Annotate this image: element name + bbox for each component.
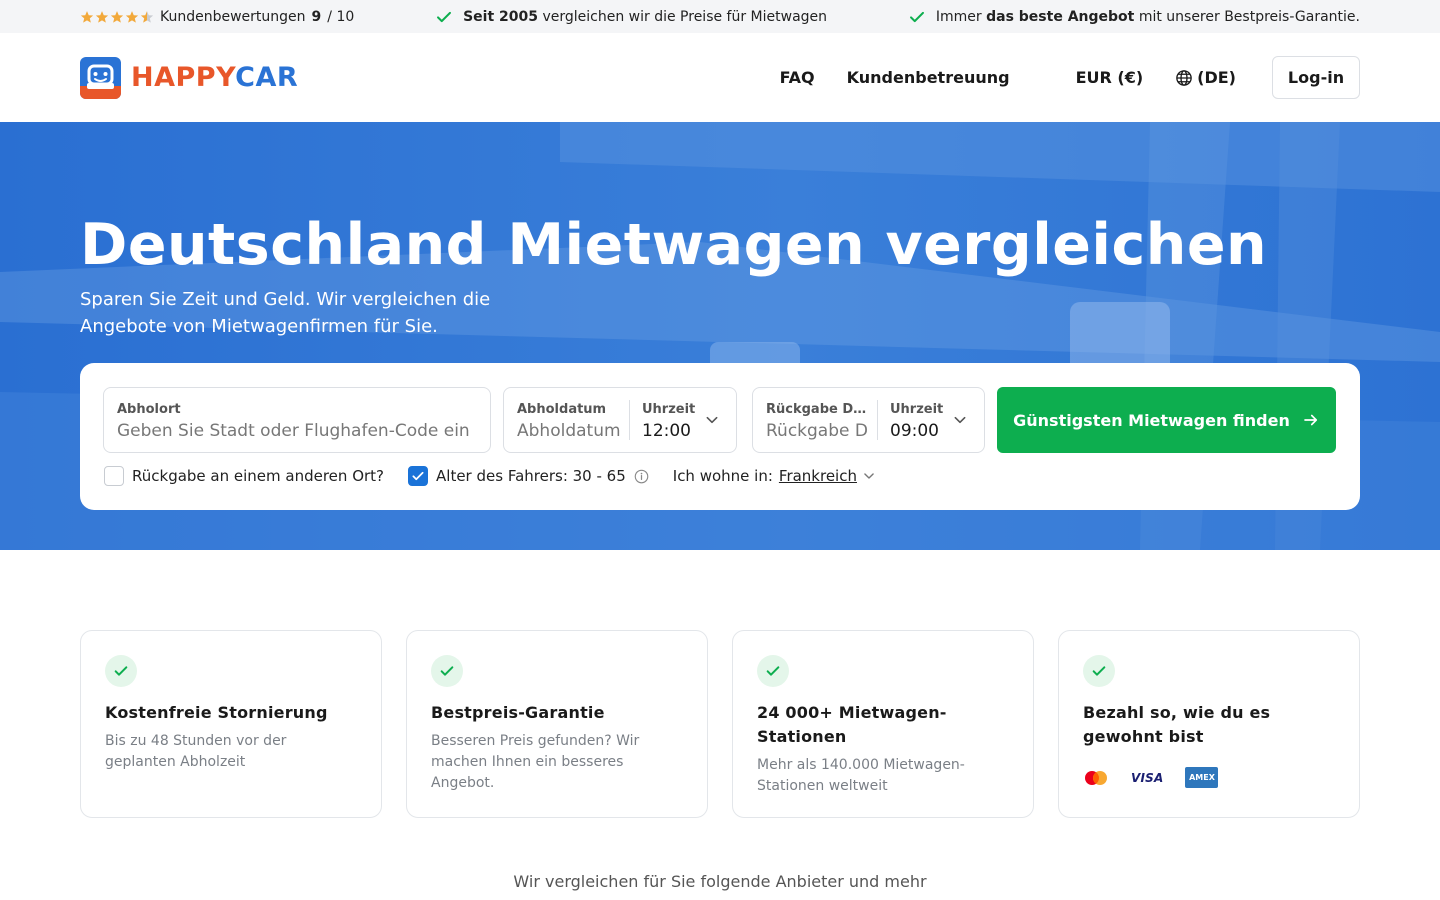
other-return-option[interactable]: Rückgabe an einem anderen Ort? — [104, 466, 384, 486]
reviews-summary[interactable]: Kundenbewertungen 9 / 10 — [80, 9, 354, 25]
reviews-score: 9 — [311, 8, 322, 25]
providers-caption: Wir vergleichen für Sie folgende Anbiete… — [513, 872, 927, 891]
since-text: vergleichen wir die Preise für Mietwagen — [542, 8, 828, 25]
page-title: Deutschland Mietwagen vergleichen — [80, 212, 1268, 278]
pickup-location-input[interactable]: Geben Sie Stadt oder Flughafen-Code ein — [117, 421, 470, 441]
best-bold: das beste Angebot — [986, 8, 1135, 25]
features-list: Kostenfreie Stornierung Bis zu 48 Stunde… — [80, 630, 1360, 818]
return-date-input[interactable]: Rückgabe Da — [766, 421, 868, 441]
pickup-time-select[interactable]: 12:00 — [642, 421, 691, 441]
language-selector[interactable]: (DE) — [1175, 68, 1236, 87]
chevron-down-icon — [864, 473, 874, 479]
car-face-icon — [87, 64, 114, 89]
language-label: (DE) — [1197, 68, 1236, 87]
search-options: Rückgabe an einem anderen Ort? Alter des… — [104, 466, 876, 486]
mastercard-icon — [1085, 770, 1107, 785]
hero-subtitle: Sparen Sie Zeit und Geld. Wir vergleiche… — [80, 289, 491, 337]
pickup-date-field[interactable]: Abholdatum Abholdatum Uhrzeit 12:00 — [503, 387, 737, 453]
feature-card: 24 000+ Mietwagen-Stationen Mehr als 140… — [732, 630, 1034, 818]
trust-bar: Kundenbewertungen 9 / 10 Seit 2005 vergl… — [0, 0, 1440, 33]
star-half-icon — [140, 10, 154, 23]
login-button[interactable]: Log-in — [1272, 56, 1360, 99]
residence-label: Ich wohne in: — [672, 467, 773, 485]
feature-card: Bestpreis-Garantie Besseren Preis gefund… — [406, 630, 708, 818]
best-price-claim: Immer das beste Angebot mit unserer Best… — [908, 8, 1360, 26]
site-header: HAPPYCAR FAQ Kundenbetreuung EUR (€) (DE… — [0, 33, 1440, 122]
rating-stars — [80, 10, 154, 24]
feature-title: 24 000+ Mietwagen-Stationen — [757, 703, 947, 746]
nav-faq[interactable]: FAQ — [780, 68, 815, 87]
star-icon — [125, 10, 139, 23]
star-icon — [80, 10, 94, 23]
feature-title: Bestpreis-Garantie — [431, 703, 605, 722]
residence-selector[interactable]: Ich wohne in: Frankreich — [673, 467, 876, 485]
since-bold: Seit 2005 — [463, 8, 539, 25]
since-claim: Seit 2005 vergleichen wir die Preise für… — [435, 8, 827, 26]
check-icon — [437, 11, 452, 22]
currency-selector[interactable]: EUR (€) — [1076, 68, 1144, 87]
driver-age-label: Alter des Fahrers: 30 - 65 — [436, 467, 626, 485]
feature-text: Mehr als 140.000 Mietwagen-Stationen wel… — [757, 757, 965, 794]
reviews-scale: / 10 — [327, 8, 355, 25]
other-return-label: Rückgabe an einem anderen Ort? — [132, 467, 385, 485]
other-return-checkbox[interactable] — [104, 466, 124, 486]
pickup-location-label: Abholort — [117, 402, 181, 417]
chevron-down-icon[interactable] — [952, 412, 968, 428]
checkmark-icon — [412, 471, 424, 481]
amex-icon: AMEX — [1185, 767, 1219, 788]
feature-card: Bezahl so, wie du es gewohnt bist VISA A… — [1058, 630, 1360, 818]
star-icon — [95, 10, 109, 23]
hero-section: Deutschland Mietwagen vergleichen Sparen… — [0, 122, 1440, 550]
return-date-label: Rückgabe Da... — [766, 402, 868, 417]
visa-icon: VISA — [1131, 770, 1164, 785]
star-icon — [110, 10, 124, 23]
check-badge-icon — [757, 655, 789, 687]
logo[interactable]: HAPPYCAR — [80, 56, 299, 99]
pickup-date-label: Abholdatum — [517, 402, 607, 417]
reviews-label: Kundenbewertungen — [160, 8, 306, 25]
globe-icon — [1176, 69, 1192, 86]
search-form: Abholort Geben Sie Stadt oder Flughafen-… — [80, 363, 1360, 510]
pickup-date-input[interactable]: Abholdatum — [517, 421, 621, 441]
check-badge-icon — [1083, 655, 1115, 687]
payment-methods: VISA AMEX — [1083, 767, 1335, 788]
feature-text: Bis zu 48 Stunden vor der geplanten Abho… — [105, 733, 287, 770]
main-nav: FAQ Kundenbetreuung EUR (€) (DE) Log-in — [780, 56, 1360, 99]
arrow-right-icon — [1304, 414, 1317, 426]
driver-age-checkbox[interactable] — [408, 466, 429, 486]
best-text: mit unserer Bestpreis-Garantie. — [1138, 8, 1360, 25]
feature-title: Kostenfreie Stornierung — [105, 703, 328, 722]
feature-text: Besseren Preis gefunden? Wir machen Ihne… — [431, 733, 640, 791]
residence-value[interactable]: Frankreich — [779, 467, 857, 485]
pickup-time-label: Uhrzeit — [642, 402, 696, 417]
check-badge-icon — [105, 655, 137, 687]
check-icon — [909, 11, 924, 22]
logo-mark — [80, 56, 121, 99]
chevron-down-icon[interactable] — [704, 412, 720, 428]
nav-support[interactable]: Kundenbetreuung — [847, 68, 1010, 87]
feature-card: Kostenfreie Stornierung Bis zu 48 Stunde… — [80, 630, 382, 818]
return-time-label: Uhrzeit — [890, 402, 944, 417]
info-icon[interactable] — [634, 469, 649, 484]
logo-wordmark: HAPPYCAR — [131, 62, 299, 93]
return-date-field[interactable]: Rückgabe Da... Rückgabe Da Uhrzeit 09:00 — [752, 387, 985, 453]
pickup-location-field[interactable]: Abholort Geben Sie Stadt oder Flughafen-… — [103, 387, 491, 453]
return-time-select[interactable]: 09:00 — [890, 421, 939, 441]
check-badge-icon — [431, 655, 463, 687]
feature-title: Bezahl so, wie du es gewohnt bist — [1083, 703, 1271, 746]
best-prefix: Immer — [935, 8, 982, 25]
driver-age-option[interactable]: Alter des Fahrers: 30 - 65 — [408, 466, 649, 486]
search-submit-button[interactable]: Günstigsten Mietwagen finden — [997, 387, 1336, 453]
search-submit-label: Günstigsten Mietwagen finden — [1013, 410, 1290, 430]
